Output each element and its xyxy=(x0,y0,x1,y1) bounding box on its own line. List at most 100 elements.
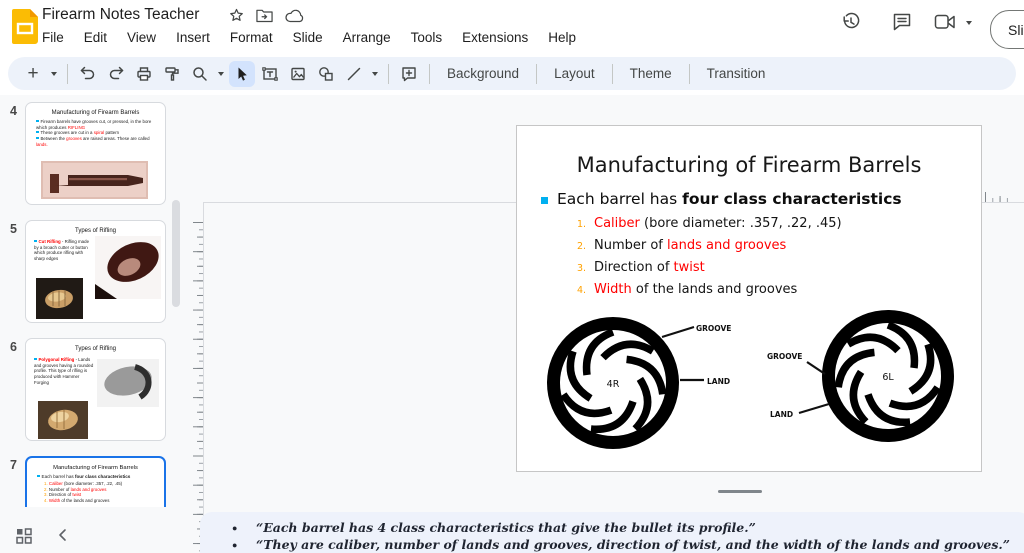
thumb6-text: Polygonal Rifling - Lands and grooves ha… xyxy=(34,357,94,386)
filmstrip-scrollbar[interactable] xyxy=(172,200,180,307)
diagram-6L-land-label: LAND xyxy=(770,410,793,419)
insert-shape-button[interactable] xyxy=(313,61,339,87)
slide-bullet-square-icon xyxy=(541,197,548,204)
bullet-square-icon xyxy=(36,131,39,134)
zoom-button[interactable] xyxy=(187,61,213,87)
insert-comment-button[interactable] xyxy=(396,61,422,87)
thumb5-bullet-photo xyxy=(36,278,83,319)
slide-item-2[interactable]: 2.Number of lands and grooves xyxy=(577,238,786,253)
speaker-notes-pane[interactable]: ● “Each barrel has 4 class characteristi… xyxy=(200,512,1024,553)
slide-item-4[interactable]: 4.Width of the lands and grooves xyxy=(577,282,797,297)
slide-title[interactable]: Manufacturing of Firearm Barrels xyxy=(517,153,981,177)
menu-format[interactable]: Format xyxy=(220,27,283,48)
note-line-1[interactable]: “Each barrel has 4 class characteristics… xyxy=(256,520,756,535)
menubar: File Edit View Insert Format Slide Arran… xyxy=(32,27,586,48)
undo-button[interactable] xyxy=(75,61,101,87)
slide-6-thumbnail[interactable]: Types of Rifling Polygonal Rifling - Lan… xyxy=(25,338,166,441)
menu-help[interactable]: Help xyxy=(538,27,586,48)
menu-edit[interactable]: Edit xyxy=(74,27,117,48)
toolbar-separator xyxy=(536,64,537,84)
notes-resize-handle[interactable] xyxy=(718,490,762,493)
thumb6-title: Types of Rifling xyxy=(26,346,165,352)
theme-button[interactable]: Theme xyxy=(620,62,682,85)
slide-5-number: 5 xyxy=(10,222,17,236)
toolbar-separator xyxy=(612,64,613,84)
thumb7-lead: Each barrel has four class characteristi… xyxy=(37,474,158,480)
star-icon[interactable] xyxy=(228,7,245,24)
slide-6-number: 6 xyxy=(10,340,17,354)
line-caret-icon[interactable] xyxy=(372,72,378,76)
barrel-cross-section-6L[interactable]: 6L GROOVE LAND xyxy=(763,301,983,461)
main-toolbar: + xyxy=(8,57,1016,90)
version-history-icon[interactable] xyxy=(840,11,862,33)
diagram-4R-land-label: LAND xyxy=(707,377,730,386)
menu-extensions[interactable]: Extensions xyxy=(452,27,538,48)
background-button[interactable]: Background xyxy=(437,62,529,85)
new-slide-button[interactable]: + xyxy=(20,61,46,87)
menu-arrange[interactable]: Arrange xyxy=(333,27,401,48)
slide-4-thumbnail[interactable]: Manufacturing of Firearm Barrels Firearm… xyxy=(25,102,166,205)
insert-image-button[interactable] xyxy=(285,61,311,87)
vertical-ruler xyxy=(193,222,203,553)
menu-file[interactable]: File xyxy=(32,27,74,48)
toolbar-separator xyxy=(689,64,690,84)
diagram-4R-label: 4R xyxy=(607,379,620,390)
thumb7-items: 1. Caliber (bore diameter: .357, .22, .4… xyxy=(44,481,158,504)
slideshow-button-label: Sli xyxy=(1008,22,1024,38)
cloud-status-icon[interactable] xyxy=(285,9,304,23)
thumb6-bullet-photo xyxy=(38,401,88,439)
slide-item-3[interactable]: 3.Direction of twist xyxy=(577,260,705,275)
slide-4-number: 4 xyxy=(10,104,17,118)
titlebar: Firearm Notes Teacher File Edit View Ins… xyxy=(0,0,1024,57)
bullet-square-icon xyxy=(37,475,40,478)
note-line-2[interactable]: “They are caliber, number of lands and g… xyxy=(256,537,1010,552)
slideshow-button[interactable]: Sli xyxy=(990,10,1024,49)
text-box-button[interactable] xyxy=(257,61,283,87)
print-button[interactable] xyxy=(131,61,157,87)
layout-button[interactable]: Layout xyxy=(544,62,605,85)
move-folder-icon[interactable] xyxy=(256,8,273,23)
slide-7-number: 7 xyxy=(10,458,17,472)
workspace: 4 Manufacturing of Firearm Barrels Firea… xyxy=(0,95,1024,553)
transition-button[interactable]: Transition xyxy=(697,62,776,85)
thumb5-barrel-photo xyxy=(95,236,161,299)
note-bullet-icon: ● xyxy=(232,540,237,550)
collapse-filmstrip-chevron-icon[interactable] xyxy=(56,528,70,542)
redo-button[interactable] xyxy=(103,61,129,87)
menu-slide[interactable]: Slide xyxy=(283,27,333,48)
thumb4-bullet-3: Between the grooves are raised areas. Th… xyxy=(36,136,157,147)
comment-history-icon[interactable] xyxy=(892,12,912,32)
thumb7-title: Manufacturing of Firearm Barrels xyxy=(27,465,164,471)
menu-insert[interactable]: Insert xyxy=(166,27,220,48)
menu-tools[interactable]: Tools xyxy=(401,27,453,48)
diagram-6L-groove-label: GROOVE xyxy=(767,352,802,361)
meet-dropdown-caret-icon[interactable] xyxy=(966,21,972,25)
select-tool-button[interactable] xyxy=(229,61,255,87)
slide-7-thumbnail[interactable]: Manufacturing of Firearm Barrels Each ba… xyxy=(25,456,166,507)
diagram-6L-label: 6L xyxy=(882,372,894,383)
canvas-left-border xyxy=(203,202,204,553)
insert-line-button[interactable] xyxy=(341,61,367,87)
slide-5-thumbnail[interactable]: Types of Rifling Cut Rifling - Rifling m… xyxy=(25,220,166,323)
new-slide-caret-icon[interactable] xyxy=(51,72,57,76)
google-slides-app: Firearm Notes Teacher File Edit View Ins… xyxy=(0,0,1024,553)
bullet-square-icon xyxy=(34,358,37,361)
thumb4-title: Manufacturing of Firearm Barrels xyxy=(26,110,165,116)
bullet-square-icon xyxy=(34,240,37,243)
toolbar-separator xyxy=(429,64,430,84)
meet-camera-icon[interactable] xyxy=(934,13,956,31)
thumb5-text: Cut Rifling - Rifling made by a broach c… xyxy=(34,239,92,262)
thumb5-title: Types of Rifling xyxy=(26,228,165,234)
slide-canvas[interactable]: Manufacturing of Firearm Barrels Each ba… xyxy=(516,125,982,472)
toolbar-separator xyxy=(388,64,389,84)
document-title[interactable]: Firearm Notes Teacher xyxy=(42,6,199,24)
slide-lead-line[interactable]: Each barrel has four class characteristi… xyxy=(557,190,902,208)
slide-item-1[interactable]: 1.Caliber (bore diameter: .357, .22, .45… xyxy=(577,216,842,231)
bullet-square-icon xyxy=(36,120,39,123)
zoom-caret-icon[interactable] xyxy=(218,72,224,76)
note-bullet-icon: ● xyxy=(232,523,237,533)
menu-view[interactable]: View xyxy=(117,27,166,48)
paint-format-button[interactable] xyxy=(159,61,185,87)
grid-view-button[interactable] xyxy=(16,528,32,544)
barrel-cross-section-4R[interactable]: 4R GROOVE LAND xyxy=(518,303,748,463)
